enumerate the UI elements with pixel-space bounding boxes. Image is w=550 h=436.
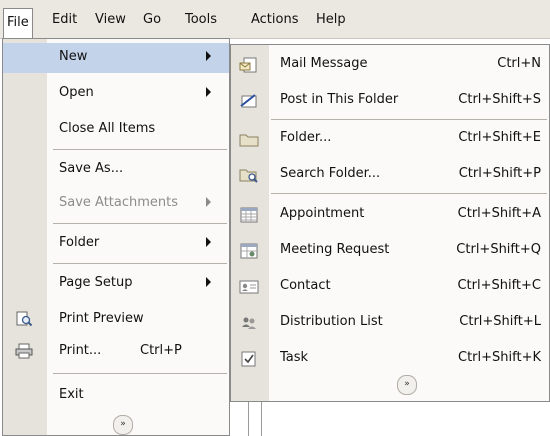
submenu-arrow-icon (206, 197, 211, 207)
menu-item-label: Distribution List (280, 314, 383, 329)
menu-item-label: Page Setup (59, 275, 133, 290)
contact-icon (239, 279, 259, 295)
new-submenu-item-search-folder[interactable]: Search Folder... Ctrl+Shift+P (231, 159, 549, 191)
submenu-arrow-icon (206, 237, 211, 247)
file-menu-item-save-as[interactable]: Save As... (3, 155, 229, 185)
menu-separator (271, 119, 547, 120)
folder-icon (239, 131, 259, 147)
menu-item-label: Save Attachments (59, 195, 179, 210)
menu-separator (53, 373, 227, 374)
menu-go[interactable]: Go (140, 9, 164, 31)
menu-item-label: Meeting Request (280, 242, 390, 257)
file-menu-item-close-all[interactable]: Close All Items (3, 115, 229, 145)
menu-item-shortcut: Ctrl+N (497, 56, 541, 71)
menu-item-shortcut: Ctrl+Shift+L (459, 314, 541, 329)
meeting-request-icon (239, 243, 259, 259)
menu-item-label: Print Preview (59, 311, 144, 326)
post-icon (239, 93, 259, 109)
menu-item-label: Appointment (280, 206, 365, 221)
menu-item-shortcut: Ctrl+Shift+P (458, 166, 541, 181)
menu-edit[interactable]: Edit (49, 9, 80, 31)
search-folder-icon (239, 167, 259, 183)
menu-item-label: Save As... (59, 161, 124, 176)
submenu-arrow-icon (206, 87, 211, 97)
mail-message-icon (239, 57, 259, 73)
menu-item-shortcut: Ctrl+Shift+C (457, 278, 541, 293)
menu-file[interactable]: File (3, 8, 33, 39)
menu-item-label: Exit (59, 387, 84, 402)
menu-item-label: Post in This Folder (280, 92, 399, 107)
file-menu-item-open[interactable]: Open (3, 79, 229, 109)
file-menu-item-folder[interactable]: Folder (3, 229, 229, 259)
menu-view[interactable]: View (92, 9, 129, 31)
file-menu-item-new[interactable]: New (3, 43, 229, 73)
file-menu: New Open Close All Items Save As... Save… (2, 38, 230, 436)
menu-help[interactable]: Help (313, 9, 349, 31)
background-window (248, 402, 550, 436)
new-submenu-item-task[interactable]: Task Ctrl+Shift+K (231, 343, 549, 375)
menu-item-label: Print... (59, 343, 102, 358)
file-menu-item-print-preview[interactable]: Print Preview (3, 305, 229, 335)
new-submenu-item-mail-message[interactable]: Mail Message Ctrl+N (231, 49, 549, 81)
new-submenu: Mail Message Ctrl+N Post in This Folder … (230, 44, 550, 402)
expand-menu-chevron-icon[interactable]: » (113, 415, 133, 435)
new-submenu-item-distribution-list[interactable]: Distribution List Ctrl+Shift+L (231, 307, 549, 339)
file-menu-item-save-attachments: Save Attachments (3, 189, 229, 219)
menu-item-label: Folder... (280, 130, 332, 145)
menu-item-label: Mail Message (280, 56, 368, 71)
menu-item-shortcut: Ctrl+Shift+Q (456, 242, 541, 257)
task-icon (239, 351, 259, 367)
menu-item-shortcut: Ctrl+Shift+E (458, 130, 541, 145)
menu-item-shortcut: Ctrl+Shift+A (457, 206, 541, 221)
menu-separator (271, 193, 547, 194)
submenu-arrow-icon (206, 51, 211, 61)
menu-separator (53, 223, 227, 224)
menu-item-shortcut: Ctrl+P (140, 343, 182, 358)
expand-menu-chevron-icon[interactable]: » (397, 375, 417, 395)
menu-tools[interactable]: Tools (182, 9, 220, 31)
menu-item-label: Search Folder... (280, 166, 381, 181)
menu-item-label: New (59, 49, 88, 64)
new-submenu-item-meeting-request[interactable]: Meeting Request Ctrl+Shift+Q (231, 235, 549, 267)
new-submenu-item-post[interactable]: Post in This Folder Ctrl+Shift+S (231, 85, 549, 117)
pane-divider (261, 402, 262, 436)
menu-item-label: Close All Items (59, 121, 156, 136)
appointment-icon (239, 207, 259, 223)
submenu-arrow-icon (206, 277, 211, 287)
file-menu-item-print[interactable]: Print... Ctrl+P (3, 337, 229, 367)
distribution-list-icon (239, 315, 259, 331)
menu-item-shortcut: Ctrl+Shift+K (458, 350, 541, 365)
menu-separator (53, 263, 227, 264)
menu-actions[interactable]: Actions (248, 9, 302, 31)
menu-item-shortcut: Ctrl+Shift+S (458, 92, 541, 107)
file-menu-item-page-setup[interactable]: Page Setup (3, 269, 229, 299)
new-submenu-item-folder[interactable]: Folder... Ctrl+Shift+E (231, 123, 549, 155)
menu-item-label: Task (280, 350, 309, 365)
menu-bar: File Edit View Go Tools Actions Help (0, 0, 550, 39)
menu-item-label: Contact (280, 278, 331, 293)
new-submenu-item-contact[interactable]: Contact Ctrl+Shift+C (231, 271, 549, 303)
menu-separator (53, 149, 227, 150)
new-submenu-item-appointment[interactable]: Appointment Ctrl+Shift+A (231, 199, 549, 231)
file-menu-item-exit[interactable]: Exit (3, 381, 229, 411)
menu-item-label: Open (59, 85, 94, 100)
printer-icon (15, 343, 33, 359)
print-preview-icon (15, 311, 33, 327)
menu-item-label: Folder (59, 235, 100, 250)
